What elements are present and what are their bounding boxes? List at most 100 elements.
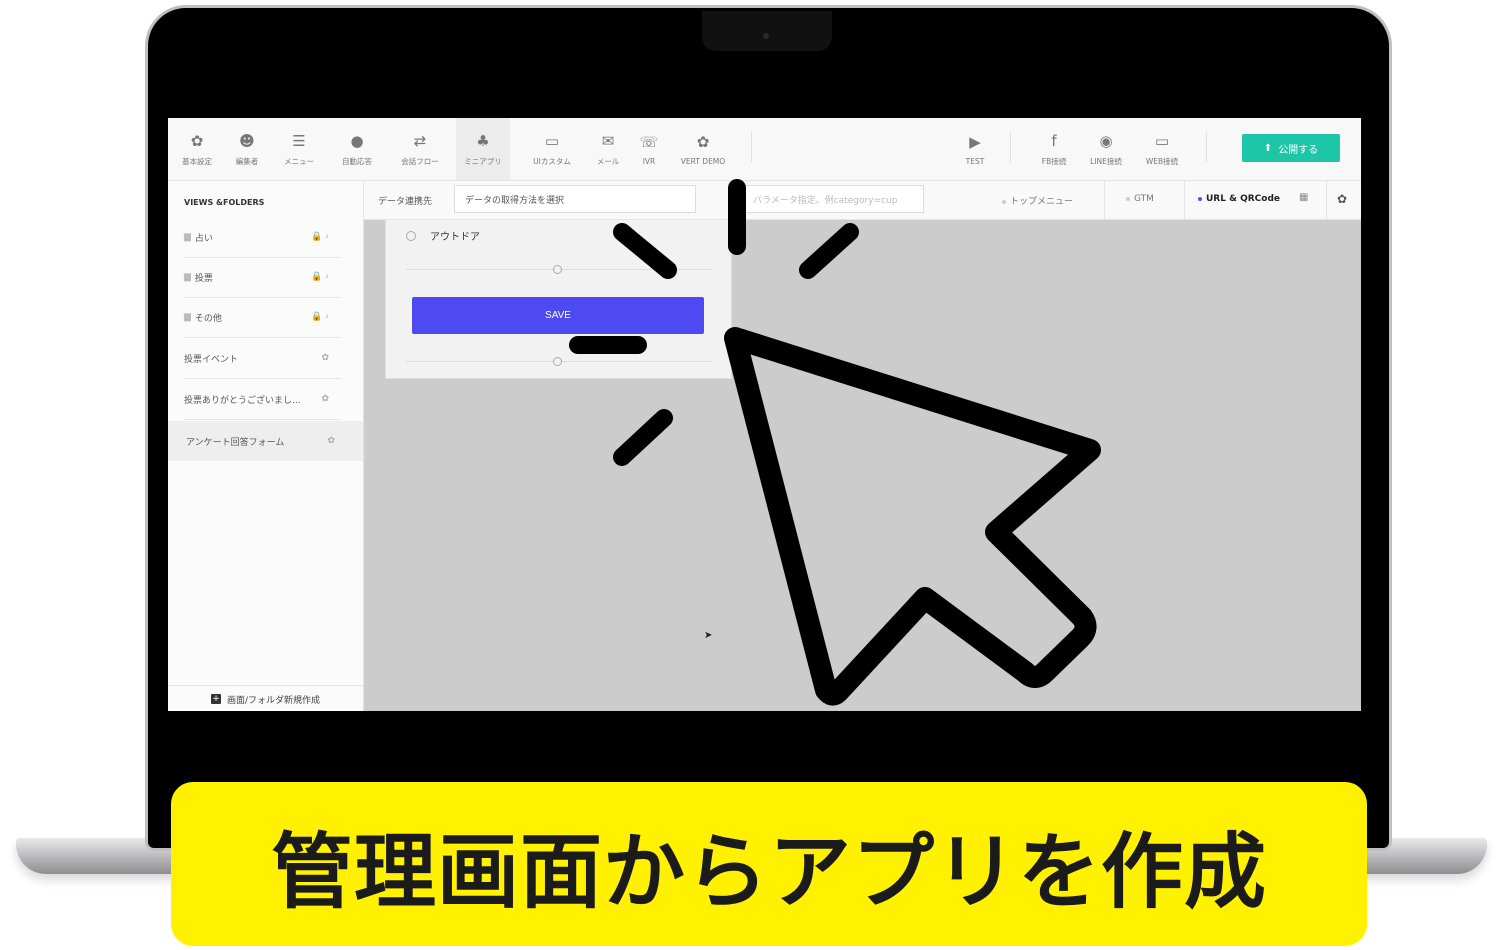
- mouse-pointer-icon: ➤: [704, 630, 713, 641]
- toolbar-item-ui-custom[interactable]: ▭ UIカスタム: [524, 118, 580, 180]
- toolbar-item-fb-connect[interactable]: f FB接続: [1030, 118, 1078, 180]
- main-toolbar: ✿ 基本設定 ☻ 編集者 ☰ メニュー ● 自動応答 ⇄ 会話フロー ♣ ミニア…: [168, 118, 1361, 181]
- puzzle-icon: ♣: [476, 131, 490, 150]
- toolbar-item-basic-settings[interactable]: ✿ 基本設定: [174, 118, 220, 180]
- phone-icon: ☏: [639, 132, 659, 151]
- gear-icon[interactable]: ✿: [327, 436, 335, 446]
- sidebar-heading: VIEWS &FOLDERS: [184, 198, 265, 207]
- tab-divider: [1184, 181, 1185, 219]
- save-button[interactable]: SAVE: [412, 297, 704, 334]
- settings-gear-icon[interactable]: ✿: [1337, 192, 1347, 206]
- toolbar-label: TEST: [965, 156, 985, 166]
- toolbar-item-vert-demo[interactable]: ✿ VERT DEMO: [672, 118, 734, 180]
- toolbar-label: ミニアプリ: [464, 156, 502, 166]
- toolbar-label: UIカスタム: [533, 156, 571, 166]
- sidebar-item-label: 投票イベント: [184, 354, 239, 365]
- option-outdoor[interactable]: アウトドア: [406, 228, 480, 243]
- qrcode-icon[interactable]: ▦: [1299, 192, 1308, 203]
- radio-icon[interactable]: [406, 230, 416, 241]
- toolbar-item-test[interactable]: ▶ TEST: [955, 118, 995, 180]
- toolbar-label: LINE接続: [1090, 156, 1122, 166]
- toolbar-item-line-connect[interactable]: ◉ LINE接続: [1082, 118, 1130, 180]
- toolbar-item-editors[interactable]: ☻ 編集者: [224, 118, 270, 180]
- toolbar-label: 編集者: [235, 156, 259, 166]
- toolbar-item-mail[interactable]: ✉ メール: [590, 118, 626, 180]
- toolbar-item-auto-reply[interactable]: ● 自動応答: [334, 118, 380, 180]
- data-source-select[interactable]: データの取得方法を選択: [454, 185, 696, 213]
- dot-icon: [1198, 196, 1202, 201]
- sidebar-item-vote-event[interactable]: 投票イベント ✿: [184, 338, 341, 379]
- sidebar-item-fortune[interactable]: ▆ 占い 🔒 ›: [184, 217, 341, 258]
- toolbar-divider: [751, 132, 752, 162]
- new-screen-folder-button[interactable]: + 画面/フォルダ新規作成: [168, 685, 363, 711]
- toolbar-item-conversation-flow[interactable]: ⇄ 会話フロー: [392, 118, 448, 180]
- publish-button[interactable]: ⬆ 公開する: [1242, 134, 1340, 162]
- lock-chevron-icon: 🔒 ›: [311, 232, 329, 242]
- tab-top-menu[interactable]: トップメニュー: [1002, 194, 1073, 207]
- chat-icon: ●: [350, 131, 364, 150]
- camera-notch: [702, 11, 832, 51]
- slider-handle[interactable]: [553, 265, 562, 274]
- upload-icon: ⬆: [1263, 142, 1273, 154]
- toolbar-item-web-connect[interactable]: ▭ WEB接続: [1136, 118, 1188, 180]
- mail-icon: ✉: [601, 131, 615, 150]
- views-sidebar: VIEWS &FOLDERS ▆ 占い 🔒 › ▆ 投票 🔒 › ▆ その他 🔒…: [168, 181, 364, 711]
- sidebar-item-vote[interactable]: ▆ 投票 🔒 ›: [184, 257, 341, 298]
- facebook-icon: f: [1051, 131, 1057, 150]
- gear-icon: ✿: [190, 131, 204, 150]
- parameter-input[interactable]: パラメータ指定。例category=cup: [744, 185, 924, 213]
- toolbar-divider: [1206, 132, 1207, 162]
- dot-icon: [1126, 196, 1130, 201]
- data-link-label: データ連携先: [378, 197, 433, 207]
- publish-label: 公開する: [1278, 144, 1319, 156]
- sidebar-item-label: 投票: [194, 273, 213, 284]
- toolbar-label: メール: [596, 156, 620, 166]
- tab-divider: [1104, 181, 1105, 219]
- monitor-icon: ▭: [544, 131, 560, 150]
- sidebar-item-label: アンケート回答フォーム: [186, 437, 285, 448]
- list-icon: ☰: [292, 131, 306, 150]
- caption-text: 管理画面からアプリを作成: [270, 824, 1267, 920]
- folder-icon: ▆: [184, 272, 191, 282]
- gear-icon[interactable]: ✿: [321, 394, 329, 404]
- gear-icon: ✿: [696, 132, 710, 151]
- toolbar-label: WEB接続: [1145, 156, 1179, 166]
- folder-icon: ▆: [184, 232, 191, 242]
- toolbar-label: メニュー: [284, 156, 314, 166]
- plus-icon: +: [210, 694, 221, 704]
- tab-label: GTM: [1134, 194, 1154, 204]
- toolbar-label: 基本設定: [182, 156, 212, 166]
- toolbar-item-menu[interactable]: ☰ メニュー: [276, 118, 322, 180]
- slider-handle[interactable]: [553, 357, 562, 366]
- window-icon: ▭: [1154, 131, 1170, 150]
- folder-icon: ▆: [184, 312, 191, 322]
- caption-banner: 管理画面からアプリを作成: [171, 782, 1367, 946]
- tab-gtm[interactable]: GTM: [1126, 194, 1154, 204]
- dot-icon: [1002, 199, 1006, 204]
- toolbar-item-mini-app[interactable]: ♣ ミニアプリ: [456, 118, 510, 180]
- option-label: アウトドア: [430, 232, 480, 243]
- toolbar-label: IVR: [642, 156, 656, 166]
- sidebar-item-vote-thanks[interactable]: 投票ありがとうございまし... ✿: [184, 379, 341, 420]
- tab-label: URL & QRCode: [1206, 194, 1281, 204]
- toolbar-label: FB接続: [1041, 156, 1067, 166]
- tab-url-qrcode[interactable]: URL & QRCode: [1198, 194, 1280, 204]
- users-icon: ☻: [239, 131, 255, 150]
- sidebar-item-survey-form[interactable]: アンケート回答フォーム ✿: [168, 421, 363, 461]
- toolbar-item-ivr[interactable]: ☏ IVR: [634, 118, 664, 180]
- sidebar-item-label: 投票ありがとうございまし...: [184, 395, 301, 406]
- gear-icon[interactable]: ✿: [321, 353, 329, 363]
- sidebar-item-other[interactable]: ▆ その他 🔒 ›: [184, 297, 341, 338]
- tab-divider: [1326, 181, 1327, 219]
- screen: ✿ 基本設定 ☻ 編集者 ☰ メニュー ● 自動応答 ⇄ 会話フロー ♣ ミニア…: [168, 118, 1361, 711]
- sidebar-item-label: その他: [194, 313, 222, 324]
- data-link-bar: データ連携先 データの取得方法を選択 パラメータ指定。例category=cup…: [364, 181, 1361, 220]
- tab-label: トップメニュー: [1010, 197, 1074, 207]
- lock-chevron-icon: 🔒 ›: [311, 312, 329, 322]
- lock-chevron-icon: 🔒 ›: [311, 272, 329, 282]
- camera-icon: [763, 33, 769, 39]
- new-screen-folder-label: 画面/フォルダ新規作成: [226, 695, 321, 706]
- line-icon: ◉: [1099, 131, 1113, 150]
- toolbar-label: VERT DEMO: [680, 156, 726, 166]
- toolbar-label: 会話フロー: [401, 156, 439, 166]
